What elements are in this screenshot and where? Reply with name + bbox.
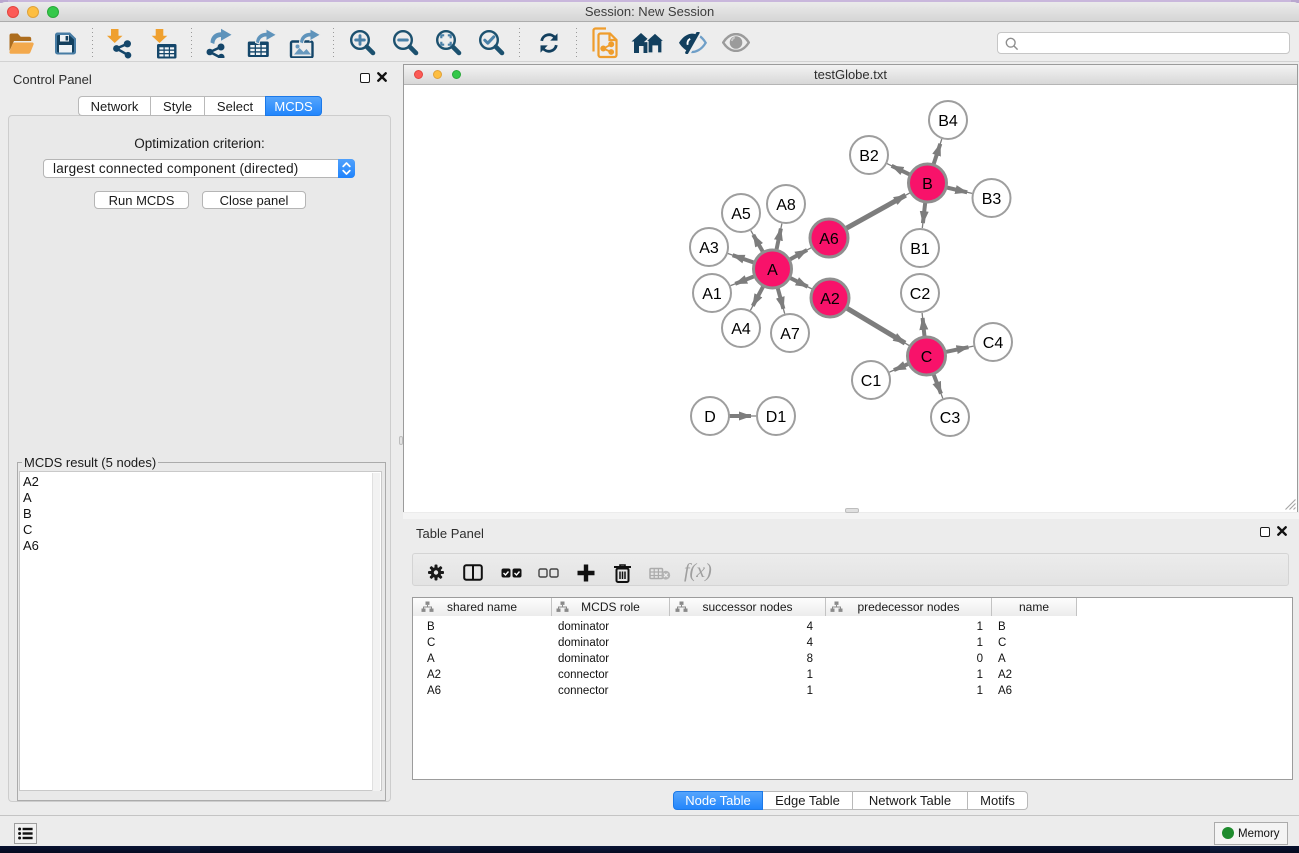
svg-text:A6: A6 — [819, 231, 839, 248]
svg-text:D1: D1 — [766, 409, 787, 426]
svg-text:D: D — [704, 409, 716, 426]
svg-text:B3: B3 — [982, 191, 1002, 208]
svg-text:B4: B4 — [938, 113, 958, 130]
svg-text:A2: A2 — [820, 291, 840, 308]
svg-text:C4: C4 — [983, 335, 1004, 352]
svg-text:A7: A7 — [780, 326, 800, 343]
svg-text:A8: A8 — [776, 197, 796, 214]
svg-text:B: B — [922, 176, 933, 193]
svg-text:C3: C3 — [940, 410, 961, 427]
svg-text:B2: B2 — [859, 148, 879, 165]
svg-text:A: A — [767, 262, 778, 279]
svg-text:C: C — [921, 349, 933, 366]
svg-text:C2: C2 — [910, 286, 931, 303]
svg-text:B1: B1 — [910, 241, 930, 258]
svg-text:A1: A1 — [702, 286, 722, 303]
svg-text:A5: A5 — [731, 206, 751, 223]
svg-text:A4: A4 — [731, 321, 751, 338]
svg-text:C1: C1 — [861, 373, 882, 390]
svg-text:A3: A3 — [699, 240, 719, 257]
